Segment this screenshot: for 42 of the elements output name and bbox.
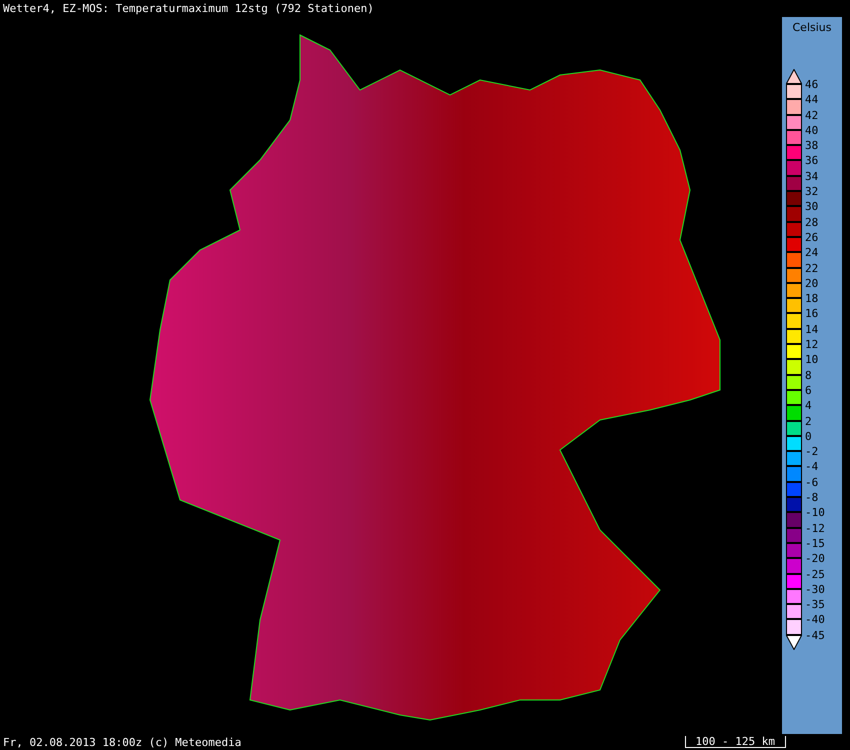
scale-label: -35 [804,598,825,612]
scale-label: 6 [804,384,812,397]
scale-label: -15 [804,536,825,550]
scale-label: 44 [804,93,818,106]
scale-label: -25 [804,568,825,580]
scale-label: 32 [804,185,818,198]
scale-label: 12 [804,338,818,352]
scale-label: -40 [804,613,825,626]
scale-bar: 100 - 125 km [684,736,786,748]
scale-label: 36 [804,154,818,168]
scale-label: 40 [804,124,818,137]
scale-label: 16 [804,307,818,320]
scale-label: 38 [804,139,818,152]
scale-label: 34 [804,170,818,183]
scale-label: -30 [804,582,825,596]
scale-label: -2 [804,445,818,458]
legend-unit: Celsius [792,22,832,33]
scale-label: 42 [804,108,818,122]
scale-label: -12 [804,522,825,535]
scale-label: 10 [804,353,818,366]
scale-label: 0 [804,430,812,443]
scale-label: 26 [804,230,818,244]
scale-label: 18 [804,292,818,306]
scale-label: -10 [804,506,825,520]
scale-label: -6 [804,476,818,489]
scale-label: 28 [804,216,818,229]
scale-label: -4 [804,460,818,474]
scale-label: 46 [804,78,818,91]
scale-label: 20 [804,276,818,290]
scale-label: 4 [804,399,812,412]
scale-top-arrow-icon [786,69,802,84]
scale-label: -45 [804,628,825,642]
map-title: Wetter4, EZ-MOS: Temperaturmaximum 12stg (792 Stationen) [3,3,374,14]
scale-label: 8 [804,368,812,382]
scale-label: 14 [804,322,818,336]
footer-caption: Fr, 02.08.2013 18:00z (c) Meteomedia [3,736,242,748]
scale-label: -8 [804,491,818,504]
scale-label: 30 [804,200,818,214]
scale-label: 24 [804,246,818,260]
scale-label: 22 [804,262,818,275]
scale-label: 2 [804,414,812,428]
scale-label: -20 [804,552,825,566]
